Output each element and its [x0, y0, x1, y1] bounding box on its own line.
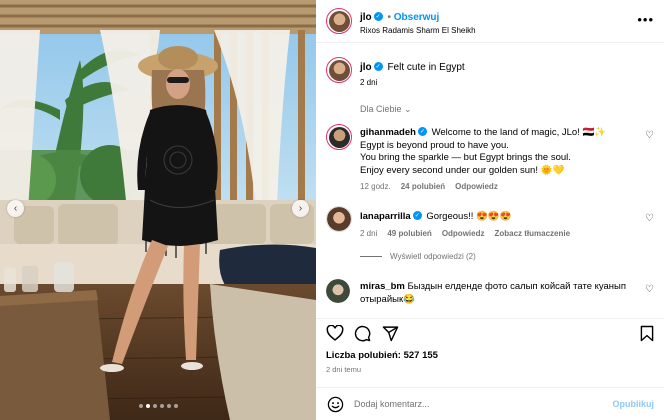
separator-dot: •: [387, 12, 391, 23]
comment-meta: 2 dni 49 polubień Odpowiedz Zobacz tłuma…: [360, 229, 570, 238]
comment-text-line: Welcome to the land of magic, JLo! 🇪🇬✨: [431, 127, 607, 138]
commenter-avatar[interactable]: [326, 206, 352, 232]
replies-divider-line: [360, 256, 382, 257]
comment-text-line: Enjoy every second under our golden sun!…: [360, 164, 565, 176]
comment-text-line: отырайык😂: [360, 293, 415, 305]
comment-username[interactable]: miras_bm: [360, 281, 405, 292]
comment-item: lanaparrilla ✓ Gorgeous!! 😍😍😍: [360, 211, 640, 224]
carousel-dot: [166, 404, 171, 408]
view-replies-label: Wyświetl odpowiedzi (2): [390, 252, 476, 261]
carousel-indicator: [0, 404, 316, 408]
previous-photo-button[interactable]: ‹: [7, 200, 24, 217]
next-photo-button[interactable]: ›: [292, 200, 309, 217]
author-username[interactable]: jlo: [360, 12, 372, 23]
comment-sort-label: Dla Ciebie: [360, 104, 402, 114]
caption-text: Felt cute in Egypt: [387, 62, 465, 73]
carousel-dot-active: [145, 404, 150, 408]
comment-bubble-icon[interactable]: [354, 325, 371, 342]
like-heart-icon[interactable]: [326, 325, 344, 341]
comment-username[interactable]: lanaparrilla: [360, 211, 411, 222]
view-replies-button[interactable]: Wyświetl odpowiedzi (2): [360, 252, 476, 261]
caption-username[interactable]: jlo: [360, 62, 372, 73]
carousel-dot: [152, 404, 157, 408]
author-avatar[interactable]: [326, 8, 352, 34]
like-comment-heart-icon[interactable]: ♡: [645, 130, 654, 141]
post-photo[interactable]: ‹ ›: [0, 0, 316, 420]
reply-button[interactable]: Odpowiedz: [442, 229, 485, 238]
more-options-icon[interactable]: •••: [637, 12, 654, 27]
caption-author-avatar[interactable]: [326, 57, 352, 83]
post-details-panel: jlo ✓ • Obserwuj Rixos Radamis Sharm El S…: [316, 0, 664, 420]
save-bookmark-icon[interactable]: [640, 325, 654, 342]
caption-time: 2 dni: [360, 78, 378, 87]
verified-badge-icon: ✓: [373, 62, 383, 72]
like-comment-heart-icon[interactable]: ♡: [645, 284, 654, 295]
post-timestamp: 2 dni temu: [326, 365, 362, 374]
comment-input[interactable]: Dodaj komentarz...: [354, 399, 430, 409]
follow-button[interactable]: Obserwuj: [394, 12, 440, 23]
comment-item: gihanmadeh ✓ Welcome to the land of magic…: [360, 127, 640, 177]
add-comment-bar: Dodaj komentarz... Opublikuj: [316, 387, 664, 420]
post-location[interactable]: Rixos Radamis Sharm El Sheikh: [360, 26, 476, 35]
verified-badge-icon: ✓: [412, 211, 422, 221]
comment-text-line: Быздын елденде фото салып койсай тате ку…: [407, 281, 627, 292]
carousel-dot: [138, 404, 143, 408]
commenter-avatar[interactable]: [326, 279, 350, 303]
publish-button[interactable]: Opublikuj: [613, 399, 655, 409]
chevron-down-icon: ⌄: [404, 104, 412, 114]
photo-scene: [0, 0, 316, 420]
carousel-dot: [173, 404, 178, 408]
comment-username[interactable]: gihanmadeh: [360, 127, 416, 138]
post-actions-bar: [316, 318, 664, 342]
likes-count[interactable]: Liczba polubień: 527 155: [326, 350, 438, 361]
comment-sort-dropdown[interactable]: Dla Ciebie ⌄: [360, 104, 412, 115]
comment-time: 12 godz.: [360, 182, 391, 191]
reply-button[interactable]: Odpowiedz: [455, 182, 498, 191]
carousel-dot: [159, 404, 164, 408]
comment-item: miras_bm Быздын елденде фото салып койса…: [360, 281, 640, 306]
verified-badge-icon: ✓: [417, 127, 427, 137]
chevron-left-icon: ‹: [13, 202, 18, 214]
like-comment-heart-icon[interactable]: ♡: [645, 213, 654, 224]
emoji-icon[interactable]: [327, 396, 344, 413]
comment-meta: 12 godz. 24 polubień Odpowiedz: [360, 182, 498, 191]
comment-text-line: Egypt is beyond proud to have you.: [360, 139, 509, 151]
post-header: jlo ✓ • Obserwuj Rixos Radamis Sharm El S…: [316, 0, 664, 43]
commenter-avatar[interactable]: [326, 124, 352, 150]
comment-time: 2 dni: [360, 229, 378, 238]
comment-likes[interactable]: 49 polubień: [387, 229, 431, 238]
chevron-right-icon: ›: [298, 202, 303, 214]
see-translation-button[interactable]: Zobacz tłumaczenie: [494, 229, 570, 238]
comment-likes[interactable]: 24 polubień: [401, 182, 445, 191]
comment-text-line: You bring the sparkle — but Egypt brings…: [360, 152, 571, 163]
comment-text: Gorgeous!! 😍😍😍: [426, 211, 512, 222]
caption: jlo ✓ Felt cute in Egypt: [360, 62, 465, 73]
verified-badge-icon: ✓: [373, 12, 383, 22]
share-send-icon[interactable]: [382, 325, 399, 342]
